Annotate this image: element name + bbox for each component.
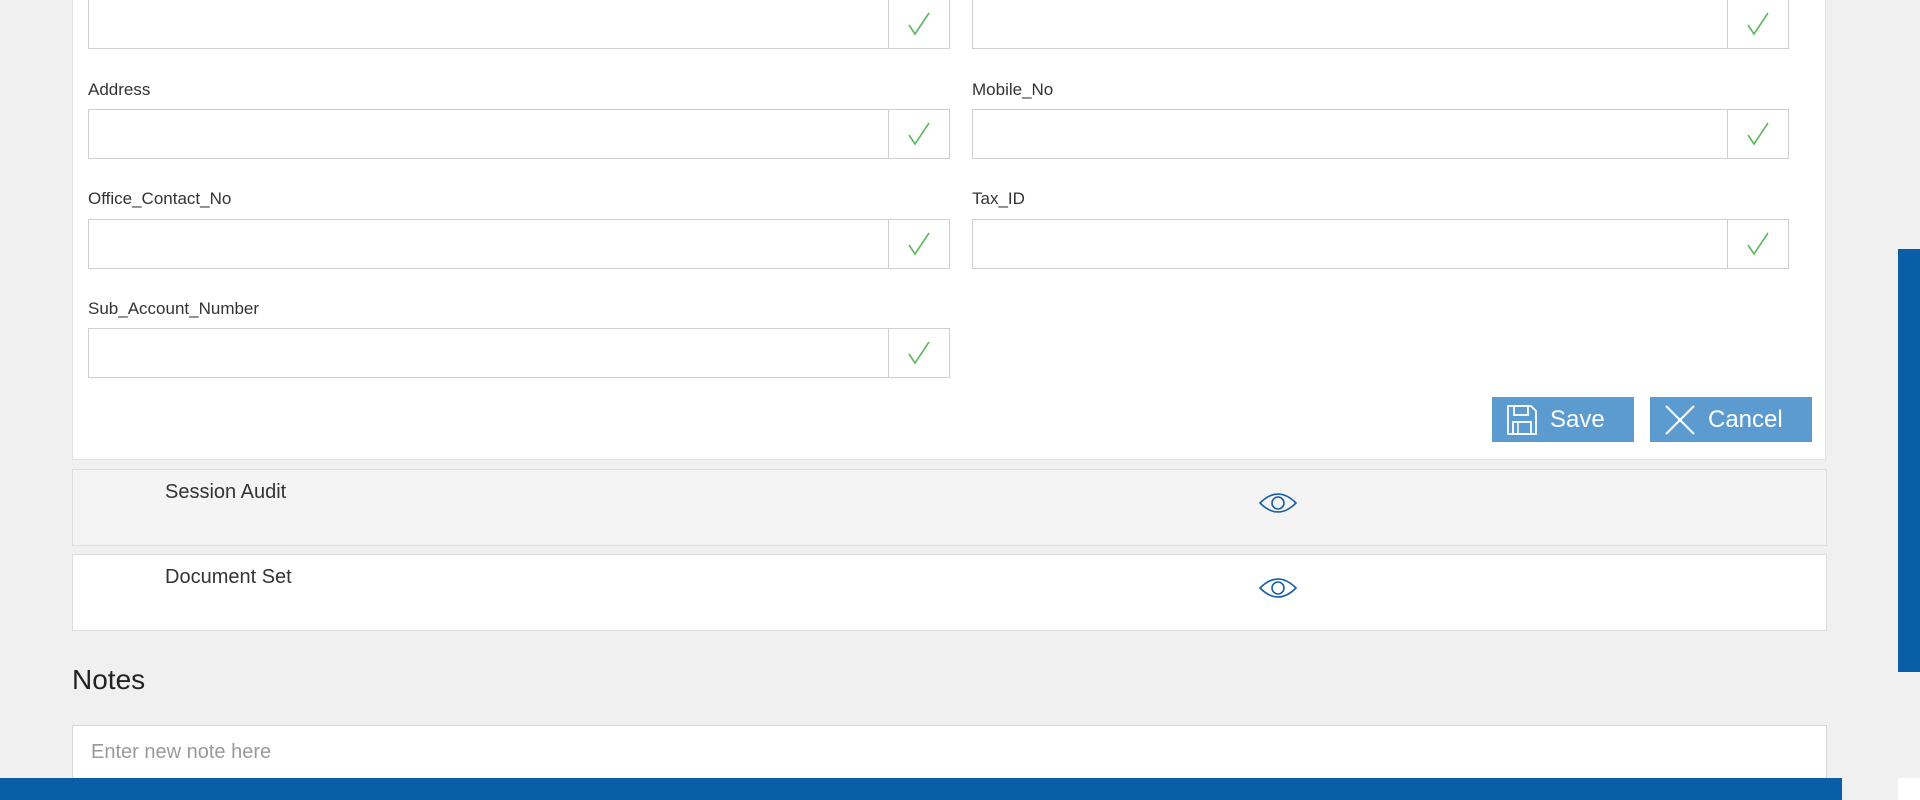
save-icon [1507, 404, 1537, 435]
tax-id-label: Tax_ID [972, 189, 1025, 208]
field-2-input[interactable] [973, 0, 1726, 48]
section-label: Document Set [165, 566, 292, 588]
check-icon [888, 110, 949, 158]
vertical-scrollbar-thumb[interactable] [1898, 249, 1920, 672]
check-icon [888, 329, 949, 377]
address-label: Address [88, 80, 151, 99]
office-contact-no-input[interactable] [89, 220, 887, 268]
bottom-scrollbar-thumb[interactable] [0, 778, 1842, 800]
field-1 [88, 0, 950, 49]
mobile-no-label: Mobile_No [972, 80, 1054, 99]
address-field [88, 109, 950, 159]
mobile-no-input[interactable] [973, 110, 1726, 158]
office-contact-no-label: Office_Contact_No [88, 189, 232, 208]
section-session-audit[interactable]: Session Audit [72, 469, 1827, 546]
check-icon [888, 220, 949, 268]
eye-icon[interactable] [1259, 576, 1297, 600]
eye-icon[interactable] [1259, 491, 1297, 515]
sub-account-number-label: Sub_Account_Number [88, 299, 260, 318]
tax-id-input[interactable] [973, 220, 1726, 268]
notes-input[interactable] [73, 726, 1826, 784]
sub-account-number-input[interactable] [89, 329, 887, 377]
check-icon [1727, 0, 1788, 48]
section-document-set[interactable]: Document Set [72, 554, 1827, 631]
notes-input-box [72, 725, 1827, 785]
check-icon [888, 0, 949, 48]
notes-title: Notes [72, 664, 146, 695]
check-icon [1727, 220, 1788, 268]
office-contact-no-field [88, 219, 950, 269]
tax-id-field [972, 219, 1789, 269]
scrollbar-corner [1898, 778, 1920, 800]
save-button[interactable]: Save [1492, 397, 1634, 442]
address-input[interactable] [89, 110, 887, 158]
field-2 [972, 0, 1789, 49]
section-label: Session Audit [165, 481, 287, 503]
account-form-panel: Address Mobile_No Office_Contact_No Tax_… [72, 0, 1826, 460]
check-icon [1727, 110, 1788, 158]
mobile-no-field [972, 109, 1789, 159]
save-label: Save [1550, 405, 1605, 433]
field-1-input[interactable] [89, 0, 887, 48]
cancel-button[interactable]: Cancel [1650, 397, 1812, 442]
close-icon [1665, 404, 1695, 435]
sub-account-number-field [88, 328, 950, 378]
cancel-label: Cancel [1708, 405, 1783, 433]
